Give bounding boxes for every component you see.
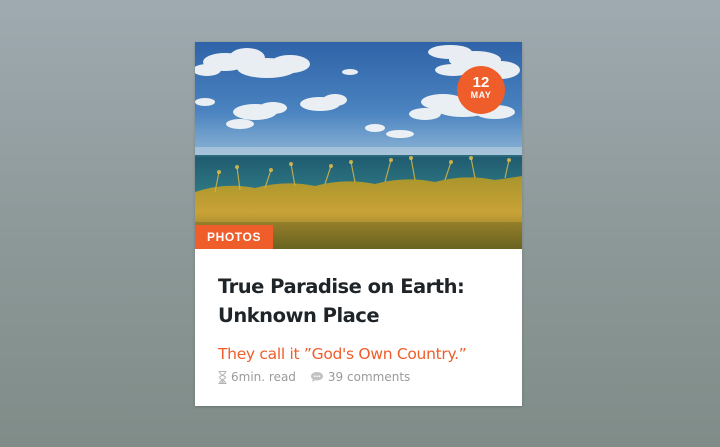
read-time: 6min. read	[218, 368, 296, 386]
post-card[interactable]: 12 MAY PHOTOS True Paradise on Earth: Un…	[195, 42, 522, 406]
date-month: MAY	[470, 90, 492, 100]
post-photo[interactable]: 12 MAY PHOTOS	[195, 42, 522, 249]
date-day: 12	[472, 74, 490, 91]
comments-label[interactable]: 39 comments	[328, 368, 410, 386]
comments-link[interactable]: 39 comments	[310, 368, 410, 386]
post-meta: 6min. read 39 comments	[218, 368, 410, 386]
hourglass-icon	[218, 370, 227, 384]
comment-bubble-icon	[310, 371, 324, 383]
category-tag[interactable]: PHOTOS	[195, 225, 274, 249]
date-badge: 12 MAY	[457, 66, 505, 114]
read-time-label: 6min. read	[231, 370, 296, 384]
post-subtitle: They call it ”God's Own Country.”	[218, 345, 467, 363]
post-title[interactable]: True Paradise on Earth: Unknown Place	[218, 272, 503, 330]
